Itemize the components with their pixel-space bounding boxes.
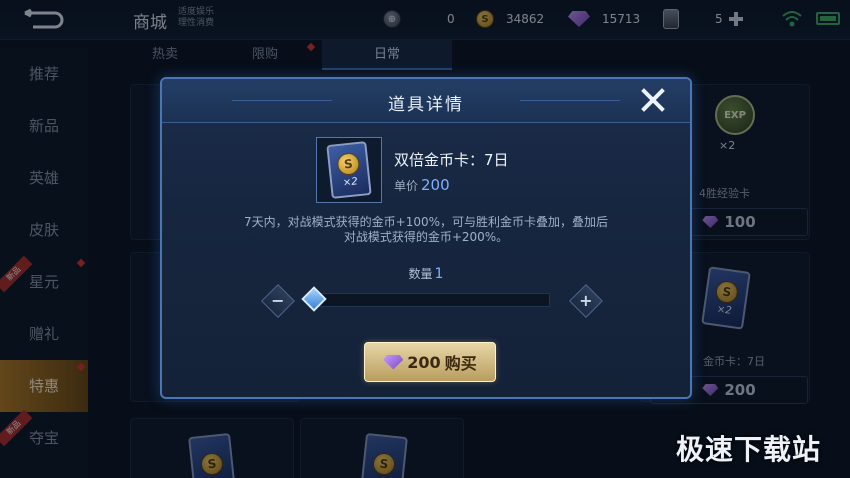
watermark: 极速下载站 [676, 433, 822, 466]
unit-price-value: 200 [421, 176, 450, 194]
plus-icon: + [579, 291, 593, 310]
minus-icon: − [271, 291, 285, 310]
quantity-value: 1 [434, 266, 444, 282]
double-gold-card-icon: S ×2 [326, 141, 372, 199]
item-icon-frame: S ×2 [316, 137, 382, 203]
item-description: 7天内，对战模式获得的金币+100%，可与胜利金币卡叠加，叠加后 对战模式获得的… [202, 215, 650, 245]
dialog-header: 道具详情 [162, 79, 690, 123]
quantity-decrease-button[interactable]: − [261, 284, 295, 318]
description-line-2: 对战模式获得的金币+200%。 [343, 230, 509, 244]
unit-price-row: 单价 200 [394, 176, 450, 194]
unit-price-label: 单价 [394, 179, 419, 193]
close-icon[interactable] [640, 87, 666, 113]
quantity-increase-button[interactable]: + [569, 284, 603, 318]
buy-button[interactable]: 200 购买 [364, 342, 496, 382]
quantity-label: 数量 1 [162, 265, 690, 282]
item-detail-dialog: 道具详情 S ×2 双倍金币卡：7日 单价 200 7天内，对战模式获得的金币+… [160, 77, 692, 399]
gold-coin-icon: S [336, 151, 361, 176]
buy-amount: 200 [407, 352, 441, 372]
quantity-slider-thumb[interactable] [301, 286, 327, 312]
item-name: 双倍金币卡：7日 [394, 151, 509, 169]
quantity-text: 数量 [408, 267, 433, 281]
buy-label: 购买 [444, 354, 477, 373]
diamond-icon [383, 354, 404, 370]
x2-text: ×2 [342, 175, 359, 189]
description-line-1: 7天内，对战模式获得的金币+100%，可与胜利金币卡叠加，叠加后 [244, 215, 608, 229]
quantity-slider-track[interactable] [314, 293, 550, 307]
dialog-title: 道具详情 [388, 95, 464, 115]
